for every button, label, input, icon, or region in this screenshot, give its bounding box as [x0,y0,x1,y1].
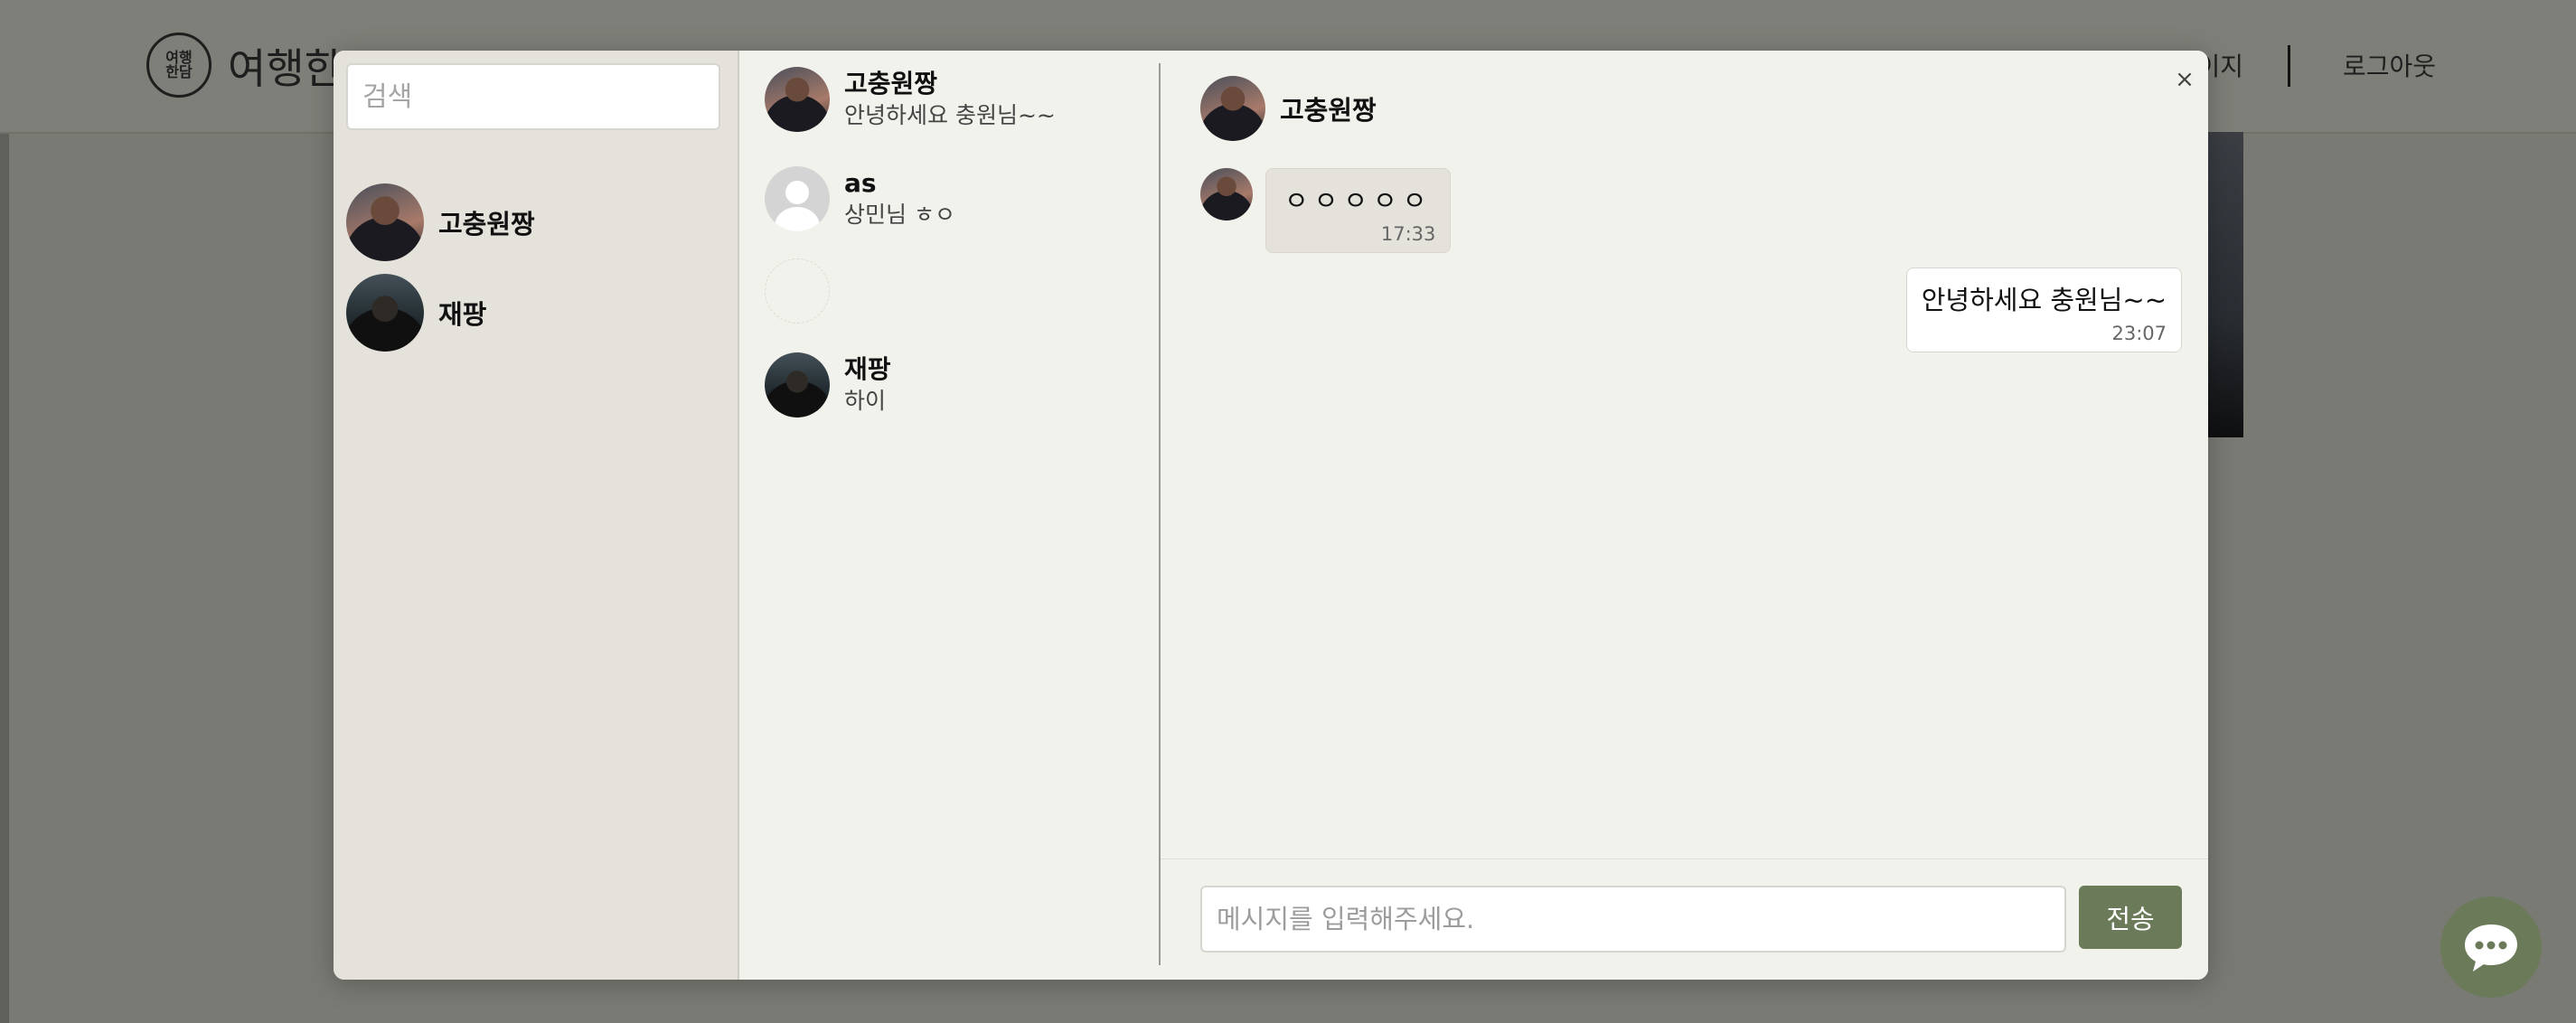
chat-room-item[interactable]: as 상민님 ㅎㅇ [765,163,1144,235]
friend-name: 재팡 [438,299,487,330]
avatar [765,352,830,418]
avatar [1200,76,1265,141]
chat-bubble-icon [2465,924,2517,971]
message-time: 23:07 [2111,323,2167,344]
chat-modal: 고충원짱 재팡 고충원짱 안녕하세요 충원님~~ as 상민님 ㅎㅇ [334,51,2208,980]
nav-divider [2288,45,2290,87]
room-last-message: 하이 [844,388,887,414]
chat-room-item[interactable]: 재팡 하이 [765,349,1144,421]
message-input[interactable] [1200,886,2066,953]
message-text: 안녕하세요 충원님~~ [1921,285,2167,315]
avatar [346,183,424,261]
room-last-message: 상민님 ㅎㅇ [844,202,955,228]
chat-fab-button[interactable] [2440,896,2542,998]
default-avatar-icon [765,166,830,231]
outgoing-message: 안녕하세요 충원님~~ 23:07 [1905,267,2182,352]
chat-partner-name: 고충원짱 [1280,95,1377,126]
site-logo[interactable]: 여행 한담 [146,33,212,98]
friends-panel: 고충원짱 재팡 [334,51,739,980]
friend-name: 고충원짱 [438,209,535,239]
friend-item[interactable]: 재팡 [346,273,726,352]
avatar [1200,168,1253,221]
room-name: 재팡 [844,354,891,384]
chat-room-list: 고충원짱 안녕하세요 충원님~~ as 상민님 ㅎㅇ 재팡 하이 [739,51,1159,980]
background-photo [2205,132,2243,437]
friend-search-input[interactable] [346,63,720,130]
chat-header: 고충원짱 [1200,76,1377,141]
message-text: ㅇㅇㅇㅇㅇ [1284,185,1433,216]
chat-room-item[interactable]: 고충원짱 안녕하세요 충원님~~ [765,63,1144,136]
send-button[interactable]: 전송 [2079,886,2182,949]
chat-room-item[interactable] [765,255,1144,327]
avatar [346,274,424,352]
room-name: 고충원짱 [844,69,938,99]
message-time: 17:33 [1380,223,1436,245]
message-avatar [1200,168,1253,221]
chat-window: 고충원짱 × ㅇㅇㅇㅇㅇ 17:33 안녕하세요 충원님~~ 23:07 전송 [1161,51,2208,980]
avatar [765,258,830,324]
close-icon[interactable]: × [2172,67,2197,92]
room-name: as [844,168,877,198]
nav-logout[interactable]: 로그아웃 [2343,47,2436,83]
friend-item[interactable]: 고충원짱 [346,183,726,262]
site-name[interactable]: 여행한담 [228,36,336,96]
avatar [765,67,830,132]
page-left-edge [0,0,9,1023]
room-last-message: 안녕하세요 충원님~~ [844,102,1056,128]
incoming-message: ㅇㅇㅇㅇㅇ 17:33 [1265,168,1452,253]
